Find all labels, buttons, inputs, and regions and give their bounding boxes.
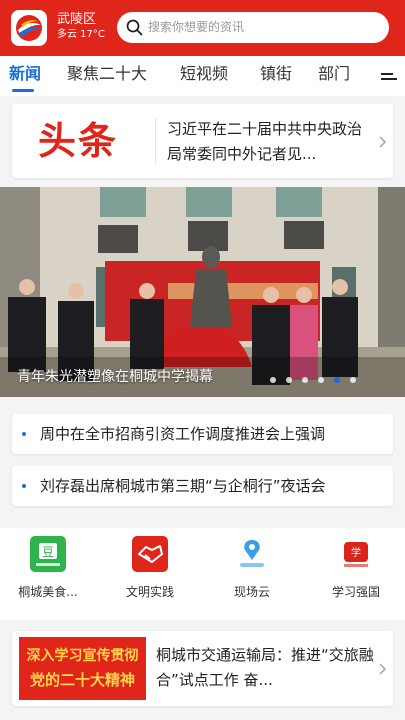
carousel-dot[interactable] <box>350 377 356 383</box>
quick-link-label: 学习强国 <box>331 585 380 599</box>
handshake-icon <box>132 536 168 572</box>
search-icon <box>126 19 143 36</box>
app-logo[interactable] <box>11 10 47 46</box>
bullet-icon <box>22 484 26 488</box>
quick-link-civilization[interactable]: 文明实践 <box>110 536 190 600</box>
carousel-dot[interactable] <box>318 377 324 383</box>
tab-news[interactable]: 新闻 <box>9 64 41 84</box>
search-placeholder: 搜索你想要的资讯 <box>148 20 245 34</box>
quick-link-label: 文明实践 <box>125 585 174 599</box>
location-weather[interactable]: 武陵区 多云 17°C <box>57 12 105 42</box>
tab-departments[interactable]: 部门 <box>318 64 350 84</box>
weather-text: 多云 17°C <box>57 29 105 40</box>
news-item-text: 周中在全市招商引资工作调度推进会上强调 <box>40 425 326 443</box>
carousel-dot[interactable] <box>270 377 276 383</box>
tab-short-video[interactable]: 短视频 <box>180 64 228 84</box>
top-header: 武陵区 多云 17°C 搜索你想要的资讯 <box>0 0 405 56</box>
promo-line-2: 党的二十大精神 <box>29 671 135 689</box>
channel-tabs: 新闻 聚焦二十大 短视频 镇街 部门 <box>0 56 405 96</box>
chevron-right-icon <box>378 134 387 148</box>
district-name: 武陵区 <box>57 12 97 27</box>
food-icon: 豆 <box>30 536 66 572</box>
carousel-dot[interactable] <box>286 377 292 383</box>
news-item[interactable]: 周中在全市招商引资工作调度推进会上强调 <box>12 414 393 454</box>
tab-towns[interactable]: 镇街 <box>260 64 292 84</box>
news-item-text: 刘存磊出席桐城市第三期“与企桐行”夜话会 <box>40 477 326 495</box>
quick-links: 豆 桐城美食... 文明实践 现场云 学 学习强国 <box>0 528 405 620</box>
quick-link-label: 现场云 <box>233 585 270 599</box>
headline-tag: 头条 <box>38 118 119 163</box>
promo-line-1: 深入学习宣传贯彻 <box>26 648 139 664</box>
active-tab-indicator <box>12 89 34 92</box>
study-icon: 学 <box>338 536 374 572</box>
feature-news-title: 桐城市交通运输局：推进“交旅融合”试点工作 奋... <box>156 646 374 689</box>
live-cloud-icon <box>234 536 270 572</box>
menu-icon[interactable] <box>381 70 397 82</box>
app-page: 武陵区 多云 17°C 搜索你想要的资讯 新闻 聚焦二十大 短视频 镇街 部门 <box>0 0 405 720</box>
quick-link-live-cloud[interactable]: 现场云 <box>212 536 292 600</box>
tab-focus-20th-congress[interactable]: 聚焦二十大 <box>67 64 147 84</box>
quick-link-food[interactable]: 豆 桐城美食... <box>8 536 88 600</box>
chevron-right-icon <box>378 661 387 675</box>
banner-photo <box>0 187 405 397</box>
banner-caption: 青年朱光潜塑像在桐城中学揭幕 <box>17 369 213 385</box>
quick-link-study[interactable]: 学 学习强国 <box>316 536 396 600</box>
headline-card[interactable]: 头条 习近平在二十届中共中央政治局常委同中外记者见... <box>12 104 393 178</box>
carousel-dot[interactable] <box>302 377 308 383</box>
quick-link-label: 桐城美食... <box>18 585 78 599</box>
bullet-icon <box>22 432 26 436</box>
svg-text:学: 学 <box>351 546 361 559</box>
feature-news-card[interactable]: 深入学习宣传贯彻 党的二十大精神 桐城市交通运输局：推进“交旅融合”试点工作 奋… <box>12 631 393 706</box>
banner-carousel[interactable]: 青年朱光潜塑像在桐城中学揭幕 <box>0 187 405 397</box>
svg-text:豆: 豆 <box>42 545 54 559</box>
promo-banner[interactable]: 深入学习宣传贯彻 党的二十大精神 <box>19 637 146 700</box>
news-item[interactable]: 刘存磊出席桐城市第三期“与企桐行”夜话会 <box>12 466 393 506</box>
search-bar[interactable]: 搜索你想要的资讯 <box>117 12 389 43</box>
carousel-dot-active[interactable] <box>334 377 340 383</box>
headline-title: 习近平在二十届中共中央政治局常委同中外记者见... <box>167 120 363 163</box>
headline-divider <box>155 118 156 164</box>
